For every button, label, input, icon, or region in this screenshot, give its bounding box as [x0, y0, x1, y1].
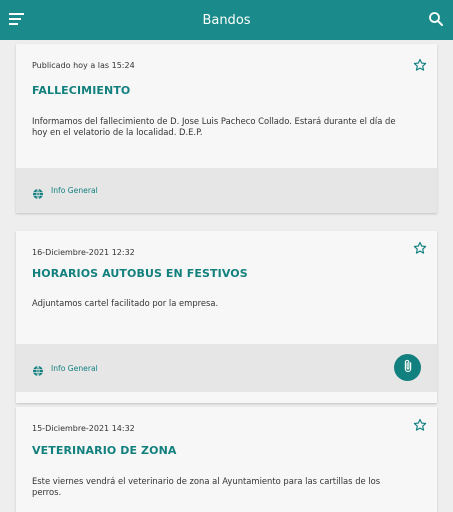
- star-icon[interactable]: [413, 240, 427, 254]
- card-category: Info General: [51, 186, 98, 195]
- card-date: 15-Diciembre-2021 14:32: [32, 424, 135, 433]
- attachment-button[interactable]: [394, 354, 421, 381]
- bando-card[interactable]: Publicado hoy a las 15:24 FALLECIMIENTO …: [16, 44, 437, 213]
- star-icon[interactable]: [413, 57, 427, 71]
- card-category: Info General: [51, 363, 98, 373]
- card-title: FALLECIMIENTO: [32, 84, 131, 97]
- menu-icon[interactable]: [8, 10, 26, 28]
- bando-card[interactable]: 15-Diciembre-2021 14:32 VETERINARIO DE Z…: [16, 407, 437, 512]
- card-date: Publicado hoy a las 15:24: [32, 61, 135, 70]
- bandos-list[interactable]: Publicado hoy a las 15:24 FALLECIMIENTO …: [0, 40, 453, 512]
- card-title: HORARIOS AUTOBUS EN FESTIVOS: [32, 267, 248, 280]
- card-text: Informamos del fallecimiento de D. Jose …: [32, 116, 396, 137]
- card-text: Adjuntamos cartel facilitado por la empr…: [32, 298, 219, 308]
- card-date: 16-Diciembre-2021 12:32: [32, 248, 135, 257]
- card-footer: Info General: [16, 344, 437, 392]
- app-bar: Bandos: [0, 0, 453, 40]
- card-title: VETERINARIO DE ZONA: [32, 444, 177, 457]
- star-icon[interactable]: [413, 417, 427, 431]
- paperclip-icon: [401, 358, 415, 377]
- bando-card[interactable]: 16-Diciembre-2021 12:32 HORARIOS AUTOBUS…: [16, 231, 437, 403]
- card-text: Este viernes vendrá el veterinario de zo…: [32, 476, 381, 497]
- globe-icon: [32, 362, 44, 377]
- card-footer: Info General: [16, 168, 437, 213]
- search-icon[interactable]: [427, 10, 445, 28]
- page-title: Bandos: [202, 12, 251, 28]
- globe-icon: [32, 185, 44, 199]
